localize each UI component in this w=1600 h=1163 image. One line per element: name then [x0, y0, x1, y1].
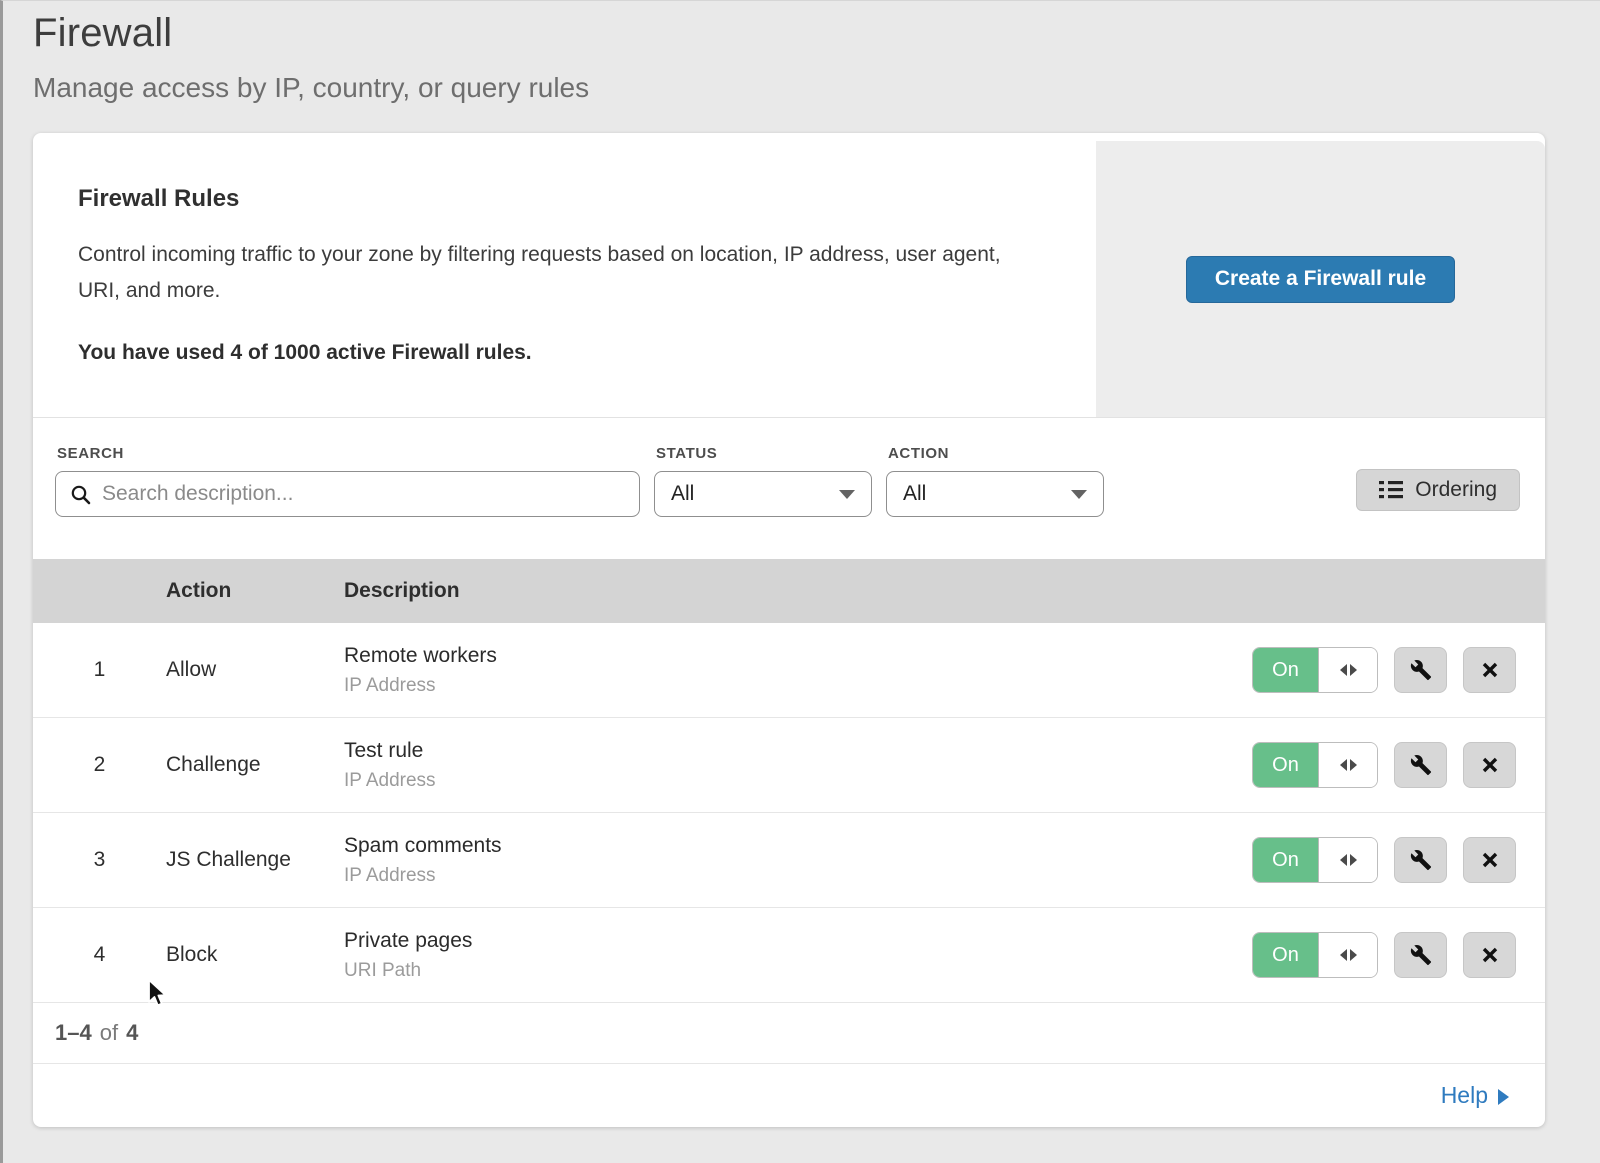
toggle-on-label: On: [1253, 838, 1319, 882]
table-row: 2 Challenge Test rule IP Address On: [33, 718, 1545, 813]
rules-usage-text: You have used 4 of 1000 active Firewall …: [78, 341, 1048, 365]
delete-rule-button[interactable]: [1463, 647, 1516, 693]
table-row: 1 Allow Remote workers IP Address On: [33, 623, 1545, 718]
wrench-icon: [1410, 754, 1432, 776]
rule-priority: 3: [33, 848, 166, 872]
card-title: Firewall Rules: [78, 185, 1048, 213]
search-input[interactable]: [56, 472, 639, 516]
help-label: Help: [1441, 1082, 1488, 1109]
search-icon: [70, 484, 92, 506]
filter-spacer: [1104, 445, 1356, 559]
page-title: Firewall: [33, 11, 1600, 56]
action-filter-group: ACTION All: [886, 445, 1104, 559]
search-box: [55, 471, 640, 517]
rule-description-cell: Test rule IP Address: [344, 739, 1252, 792]
rule-action: Block: [166, 943, 344, 967]
rule-field: URI Path: [344, 960, 1252, 982]
rule-description: Remote workers: [344, 644, 1252, 668]
help-row: Help: [33, 1064, 1545, 1127]
rule-enabled-toggle[interactable]: On: [1252, 932, 1378, 978]
delete-rule-button[interactable]: [1463, 932, 1516, 978]
rule-priority: 4: [33, 943, 166, 967]
table-header: Action Description: [33, 559, 1545, 623]
delete-rule-button[interactable]: [1463, 742, 1516, 788]
pagination-total: 4: [126, 1020, 138, 1046]
rule-description-cell: Spam comments IP Address: [344, 834, 1252, 887]
status-selected-value: All: [671, 482, 694, 506]
drag-handle-icon[interactable]: [1319, 743, 1377, 787]
page-header: Firewall Manage access by IP, country, o…: [3, 1, 1600, 104]
rule-controls: On: [1252, 742, 1545, 788]
search-label: SEARCH: [57, 445, 640, 462]
firewall-rules-info: Firewall Rules Control incoming traffic …: [33, 133, 1088, 417]
rule-controls: On: [1252, 932, 1545, 978]
rule-description-cell: Private pages URI Path: [344, 929, 1252, 982]
drag-handle-icon[interactable]: [1319, 838, 1377, 882]
rule-description-cell: Remote workers IP Address: [344, 644, 1252, 697]
pagination-row: 1–4 of 4: [33, 1003, 1545, 1064]
x-icon: [1480, 660, 1500, 680]
search-filter-group: SEARCH: [55, 445, 640, 559]
drag-handle-icon[interactable]: [1319, 933, 1377, 977]
arrow-right-icon: [1498, 1089, 1509, 1105]
pagination-of: of: [100, 1020, 118, 1046]
rule-description: Private pages: [344, 929, 1252, 953]
pagination-range: 1–4: [55, 1020, 92, 1046]
toggle-on-label: On: [1253, 648, 1319, 692]
x-icon: [1480, 850, 1500, 870]
create-rule-section: Create a Firewall rule: [1096, 141, 1545, 417]
ordered-list-icon: [1379, 480, 1403, 500]
delete-rule-button[interactable]: [1463, 837, 1516, 883]
x-icon: [1480, 945, 1500, 965]
toggle-on-label: On: [1253, 933, 1319, 977]
action-label: ACTION: [888, 445, 1104, 462]
table-row: 4 Block Private pages URI Path On: [33, 908, 1545, 1003]
rule-field: IP Address: [344, 675, 1252, 697]
page-subtitle: Manage access by IP, country, or query r…: [33, 72, 1600, 104]
drag-handle-icon[interactable]: [1319, 648, 1377, 692]
rule-priority: 2: [33, 753, 166, 777]
rule-controls: On: [1252, 647, 1545, 693]
edit-rule-button[interactable]: [1394, 932, 1447, 978]
rule-description: Test rule: [344, 739, 1252, 763]
edit-rule-button[interactable]: [1394, 742, 1447, 788]
wrench-icon: [1410, 944, 1432, 966]
filter-bar: SEARCH STATUS All ACTION All: [33, 418, 1545, 559]
toggle-on-label: On: [1253, 743, 1319, 787]
x-icon: [1480, 755, 1500, 775]
rule-controls: On: [1252, 837, 1545, 883]
rule-priority: 1: [33, 658, 166, 682]
chevron-down-icon: [1071, 490, 1087, 499]
rule-description: Spam comments: [344, 834, 1252, 858]
firewall-rules-card: Firewall Rules Control incoming traffic …: [33, 133, 1545, 418]
card-description: Control incoming traffic to your zone by…: [78, 237, 1028, 309]
firewall-panel: Firewall Rules Control incoming traffic …: [33, 133, 1545, 1127]
status-filter-group: STATUS All: [654, 445, 872, 559]
rule-action: Challenge: [166, 753, 344, 777]
ordering-button[interactable]: Ordering: [1356, 469, 1520, 511]
rule-enabled-toggle[interactable]: On: [1252, 742, 1378, 788]
rule-enabled-toggle[interactable]: On: [1252, 647, 1378, 693]
ordering-button-label: Ordering: [1415, 478, 1497, 502]
status-select[interactable]: All: [654, 471, 872, 517]
action-select[interactable]: All: [886, 471, 1104, 517]
description-column-header: Description: [344, 579, 1545, 603]
status-label: STATUS: [656, 445, 872, 462]
action-column-header: Action: [166, 579, 344, 603]
chevron-down-icon: [839, 490, 855, 499]
edit-rule-button[interactable]: [1394, 837, 1447, 883]
create-firewall-rule-button[interactable]: Create a Firewall rule: [1186, 256, 1455, 303]
rule-action: JS Challenge: [166, 848, 344, 872]
rule-action: Allow: [166, 658, 344, 682]
action-selected-value: All: [903, 482, 926, 506]
wrench-icon: [1410, 659, 1432, 681]
table-row: 3 JS Challenge Spam comments IP Address …: [33, 813, 1545, 908]
wrench-icon: [1410, 849, 1432, 871]
edit-rule-button[interactable]: [1394, 647, 1447, 693]
help-link[interactable]: Help: [1441, 1082, 1509, 1109]
rule-enabled-toggle[interactable]: On: [1252, 837, 1378, 883]
rule-field: IP Address: [344, 865, 1252, 887]
rule-field: IP Address: [344, 770, 1252, 792]
